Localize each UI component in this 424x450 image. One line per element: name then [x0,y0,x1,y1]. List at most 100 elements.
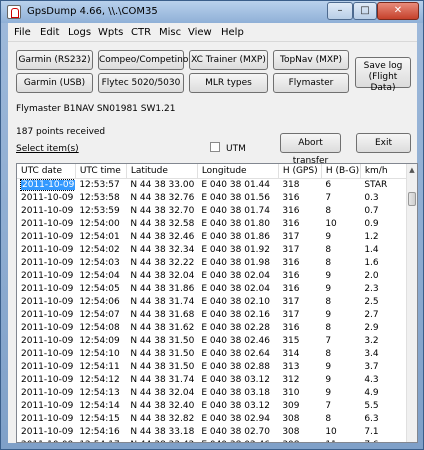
table-cell: E 040 38 01.44 [201,179,270,190]
col-h-bg[interactable]: H (B-G) [321,164,361,179]
table-cell: 12:54:05 [79,283,120,294]
table-row[interactable]: 2011-10-09 12:54:16 N 44 38 33.18 E 040 38 … [17,425,407,438]
table-cell: 12:54:14 [79,400,120,411]
abort-transfer-button[interactable]: Abort transfer [280,133,341,166]
table-cell: 4.9 [364,387,379,398]
menu-edit[interactable]: Edit [40,27,59,38]
table-cell: N 44 38 31.86 [130,283,195,294]
table-row[interactable]: 2011-10-09 12:54:02 N 44 38 32.34 E 040 38 … [17,243,407,256]
title-bar[interactable]: GpsDump 4.66, \\.\COM35 – □ ✕ [1,1,423,23]
table-cell: 12:54:01 [79,231,120,242]
table-cell: 2011-10-09 [21,231,74,242]
close-button[interactable]: ✕ [377,2,419,20]
table-row[interactable]: 2011-10-09 12:54:06 N 44 38 31.74 E 040 38 … [17,295,407,308]
table-row[interactable]: 2011-10-09 12:54:01 N 44 38 32.46 E 040 38 … [17,230,407,243]
save-log-button[interactable]: Save log (Flight Data) [355,57,411,93]
menu-wpts[interactable]: Wpts [98,27,123,38]
table-row[interactable]: 2011-10-09 12:54:00 N 44 38 32.58 E 040 38 … [17,217,407,230]
table-cell: 314 [282,348,300,359]
table-cell: E 040 38 02.28 [201,322,270,333]
col-longitude[interactable]: Longitude [197,164,279,179]
table-cell: 2011-10-09 [21,218,74,229]
flymaster-button[interactable]: Flymaster [273,73,349,93]
table-cell: 2011-10-09 [21,348,74,359]
garmin-rs232-button[interactable]: Garmin (RS232) [16,50,93,70]
table-cell: 316 [282,218,300,229]
table-row[interactable]: 2011-10-09 12:54:10 N 44 38 31.50 E 040 38 … [17,347,407,360]
exit-button[interactable]: Exit [356,133,411,153]
table-cell: 308 [278,438,321,443]
table-cell: 12:53:57 [79,179,120,190]
table-cell: 8 [325,296,332,307]
minimize-button[interactable]: – [327,2,353,20]
col-h-gps[interactable]: H (GPS) [278,164,322,179]
table-row[interactable]: 2011-10-09 12:54:08 N 44 38 31.62 E 040 38 … [17,321,407,334]
table-cell: 7 [325,192,332,203]
table-row[interactable]: 2011-10-09 12:54:13 N 44 38 32.04 E 040 38 … [17,386,407,399]
menu-logs[interactable]: Logs [68,27,91,38]
vertical-scrollbar[interactable]: ▲ [406,164,417,442]
topnav-button[interactable]: TopNav (MXP) [273,50,349,70]
table-cell: 2011-10-09 [21,374,74,385]
table-row[interactable]: 2011-10-09 12:54:09 N 44 38 31.50 E 040 38 … [17,334,407,347]
table-cell: 6.3 [364,413,379,424]
table-cell: 2.0 [364,270,379,281]
flytec-button[interactable]: Flytec 5020/5030 [98,73,184,93]
save-log-label-line2: (Flight Data) [368,72,398,93]
table-row[interactable]: 2011-10-09 12:54:12 N 44 38 31.74 E 040 38 … [17,373,407,386]
table-row[interactable]: 2011-10-0912:54:17N 44 38 33.42E 040 38 … [17,438,407,443]
table-row[interactable]: 2011-10-09 12:54:14 N 44 38 32.40 E 040 38 … [17,399,407,412]
save-log-label-line1: Save log [363,61,403,71]
table-row[interactable]: 2011-10-09 12:53:59 N 44 38 32.70 E 040 38 … [17,204,407,217]
table-row[interactable]: 2011-10-09 12:53:57 N 44 38 33.00 E 040 38 … [17,178,407,191]
table-cell: E 040 38 02.88 [201,361,270,372]
table-cell: 317 [282,244,300,255]
table-row[interactable]: 2011-10-09 12:53:58 N 44 38 32.76 E 040 38 … [17,191,407,204]
col-kmh[interactable]: km/h [360,164,408,179]
menu-view[interactable]: View [188,27,212,38]
points-table[interactable]: UTC date UTC time Latitude Longitude H (… [16,163,418,443]
col-latitude[interactable]: Latitude [126,164,198,179]
table-row[interactable]: 2011-10-09 12:54:07 N 44 38 31.68 E 040 38 … [17,308,407,321]
table-cell: 2011-10-09 [21,413,74,424]
table-cell: E 040 38 03.12 [201,374,270,385]
table-cell: 2011-10-09 [17,438,75,443]
table-row[interactable]: 2011-10-09 12:54:15 N 44 38 32.82 E 040 38 … [17,412,407,425]
menu-help[interactable]: Help [221,27,244,38]
table-cell: 12:54:13 [79,387,120,398]
col-utc-time[interactable]: UTC time [75,164,127,179]
table-cell: 3.2 [364,335,379,346]
table-cell: 8 [325,244,332,255]
table-cell: 12:53:58 [79,192,120,203]
table-cell: N 44 38 32.04 [130,387,195,398]
table-row[interactable]: 2011-10-09 12:54:04 N 44 38 32.04 E 040 38 … [17,269,407,282]
table-cell: 2.5 [364,296,379,307]
xc-trainer-button[interactable]: XC Trainer (MXP) [189,50,268,70]
table-cell: 3.4 [364,348,379,359]
table-cell: 3.7 [364,361,379,372]
garmin-usb-button[interactable]: Garmin (USB) [16,73,93,93]
table-cell: 2011-10-09 [21,400,74,411]
mlr-types-button[interactable]: MLR types [189,73,268,93]
menu-file[interactable]: File [14,27,31,38]
scroll-up-icon[interactable]: ▲ [407,164,417,176]
table-cell: 316 [282,270,300,281]
menu-ctr[interactable]: CTR [131,27,151,38]
compeo-button[interactable]: Compeo/Competino [98,50,188,70]
table-cell: E 040 38 03.12 [201,400,270,411]
table-row[interactable]: 2011-10-09 12:54:11 N 44 38 31.50 E 040 38 … [17,360,407,373]
scroll-thumb[interactable] [408,192,416,206]
maximize-button[interactable]: □ [353,2,377,20]
table-cell: E 040 38 02.64 [201,348,270,359]
table-cell: 2011-10-09 [17,178,76,191]
table-cell: N 44 38 31.62 [130,322,195,333]
col-utc-date[interactable]: UTC date [17,164,76,179]
menu-misc[interactable]: Misc [159,27,181,38]
table-cell: N 44 38 32.22 [130,257,195,268]
table-row[interactable]: 2011-10-09 12:54:03 N 44 38 32.22 E 040 38 … [17,256,407,269]
table-row[interactable]: 2011-10-09 12:54:05 N 44 38 31.86 E 040 38 … [17,282,407,295]
table-cell: E 040 38 01.86 [201,231,270,242]
table-cell: 8 [325,205,332,216]
table-cell: 8 [325,413,332,424]
utm-checkbox[interactable] [210,142,220,152]
